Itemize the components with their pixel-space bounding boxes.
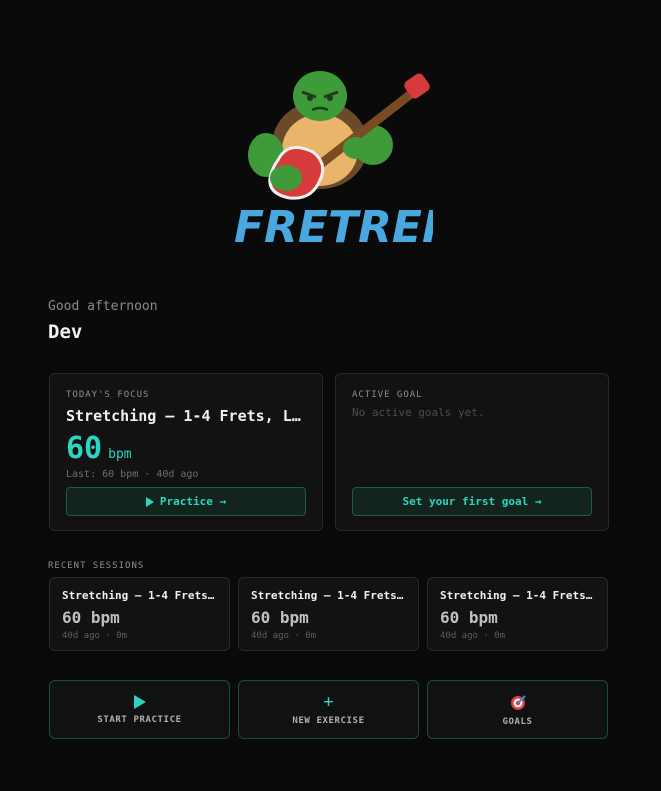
session-card[interactable]: Stretching — 1-4 Frets… 60 bpm 40d ago ·… — [49, 577, 230, 651]
focus-bpm-unit: bpm — [108, 447, 132, 462]
plus-icon: + — [323, 691, 334, 712]
greeting-text: Good afternoon — [48, 299, 158, 314]
user-name: Dev — [48, 321, 83, 343]
play-icon — [145, 496, 154, 507]
session-title: Stretching — 1-4 Frets… — [251, 589, 404, 602]
fretrep-logo: FRETREP — [228, 60, 433, 270]
goal-empty-text: No active goals yet. — [352, 406, 485, 419]
practice-button-label: Practice → — [159, 495, 227, 508]
start-practice-button[interactable]: START PRACTICE — [49, 680, 230, 739]
new-exercise-button[interactable]: + NEW EXERCISE — [238, 680, 419, 739]
practice-button[interactable]: Practice → — [66, 487, 306, 516]
session-bpm: 60 bpm — [62, 608, 120, 627]
recent-sessions-label: RECENT SESSIONS — [48, 561, 145, 571]
session-card[interactable]: Stretching — 1-4 Frets… 60 bpm 40d ago ·… — [427, 577, 608, 651]
todays-focus-card: TODAY'S FOCUS Stretching — 1-4 Frets, L…… — [49, 373, 323, 531]
logo-text: FRETREP — [234, 202, 433, 253]
new-exercise-label: NEW EXERCISE — [292, 715, 365, 726]
set-goal-button[interactable]: Set your first goal → — [352, 487, 592, 516]
focus-bpm-value: 60 — [66, 431, 103, 466]
session-meta: 40d ago · 0m — [62, 631, 128, 641]
goals-button[interactable]: GOALS — [427, 680, 608, 739]
active-goal-card: ACTIVE GOAL No active goals yet. Set you… — [335, 373, 609, 531]
session-meta: 40d ago · 0m — [251, 631, 317, 641]
set-goal-button-label: Set your first goal → — [402, 495, 542, 508]
goal-label: ACTIVE GOAL — [352, 390, 423, 400]
session-meta: 40d ago · 0m — [440, 631, 506, 641]
focus-label: TODAY'S FOCUS — [66, 390, 150, 400]
start-practice-label: START PRACTICE — [97, 714, 182, 725]
session-card[interactable]: Stretching — 1-4 Frets… 60 bpm 40d ago ·… — [238, 577, 419, 651]
focus-last-session: Last: 60 bpm · 40d ago — [66, 469, 199, 480]
goals-label: GOALS — [502, 716, 533, 727]
focus-bpm-row: 60 bpm — [66, 431, 306, 466]
focus-title: Stretching — 1-4 Frets, L… — [66, 407, 301, 425]
session-bpm: 60 bpm — [251, 608, 309, 627]
target-icon — [510, 694, 526, 710]
session-title: Stretching — 1-4 Frets… — [62, 589, 215, 602]
session-bpm: 60 bpm — [440, 608, 498, 627]
play-icon — [133, 694, 146, 709]
session-title: Stretching — 1-4 Frets… — [440, 589, 593, 602]
